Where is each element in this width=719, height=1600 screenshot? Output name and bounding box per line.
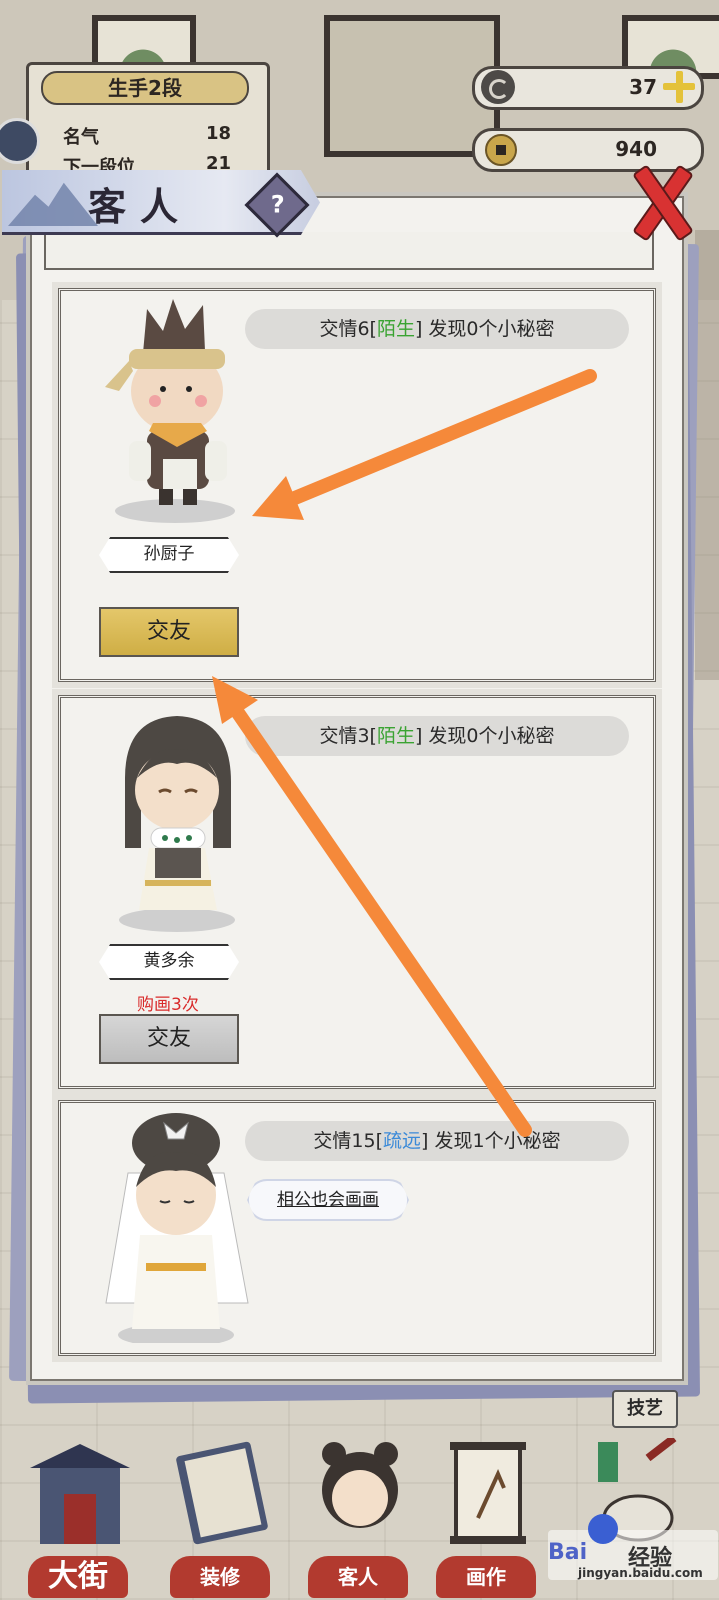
previous-card-edge xyxy=(44,232,654,270)
guest-card: 交情3[陌生] 发现0个小秘密 黄多余 购画3次 交友 xyxy=(58,695,656,1089)
guest-name: 孙厨子 xyxy=(99,537,239,573)
lady-character-portrait[interactable] xyxy=(61,1103,251,1343)
relationship-tag: 陌生 xyxy=(376,318,415,340)
scroll-painting-icon xyxy=(450,1442,526,1544)
nav-paintings-label: 画作 xyxy=(436,1556,536,1598)
befriend-button[interactable]: 交友 xyxy=(99,1014,239,1064)
watermark: Bai 经验 jingyan.baidu.com xyxy=(548,1514,718,1580)
nav-guests[interactable]: 客人 xyxy=(300,1438,420,1598)
relationship-info: 交情3[陌生] 发现0个小秘密 xyxy=(245,716,629,756)
nav-decorate[interactable]: 装修 xyxy=(162,1438,282,1598)
relationship-tag: 陌生 xyxy=(376,725,415,747)
modal-title: 客人 xyxy=(88,185,193,229)
gate-icon xyxy=(30,1444,130,1544)
skill-button[interactable]: 技艺 xyxy=(612,1390,678,1428)
guest-name: 黄多余 xyxy=(99,944,239,980)
purchase-count: 购画3次 xyxy=(137,995,199,1015)
nav-guests-label: 客人 xyxy=(308,1556,408,1598)
secret-count-text: ] 发现0个小秘密 xyxy=(414,725,555,747)
coin-icon xyxy=(485,134,517,166)
relationship-info: 交情15[疏远] 发现1个小秘密 xyxy=(245,1121,629,1161)
plus-icon[interactable] xyxy=(663,71,695,103)
watermark-brand: Bai xyxy=(548,1540,588,1565)
relationship-info: 交情6[陌生] 发现0个小秘密 xyxy=(245,309,629,349)
relationship-text: 交情3[ xyxy=(319,725,377,747)
resource-coins-value: 940 xyxy=(615,137,657,161)
rank-title: 生手2段 xyxy=(41,71,249,105)
book-icon xyxy=(176,1441,268,1545)
secret-tag[interactable]: 相公也会画画 xyxy=(247,1179,409,1221)
scholar-character-portrait[interactable] xyxy=(85,698,245,938)
question-icon: ? xyxy=(270,190,285,219)
resource-ink-value: 37 xyxy=(629,75,657,99)
guest-card: 交情15[疏远] 发现1个小秘密 相公也会画画 xyxy=(58,1100,656,1356)
fame-value: 18 xyxy=(205,123,231,144)
guest-card: 交情6[陌生] 发现0个小秘密 孙厨子 交友 xyxy=(58,288,656,682)
nav-paintings[interactable]: 画作 xyxy=(428,1438,548,1598)
close-icon[interactable] xyxy=(630,160,696,240)
secret-count-text: ] 发现1个小秘密 xyxy=(421,1130,561,1152)
befriend-button[interactable]: 交友 xyxy=(99,607,239,657)
rank-panel: 生手2段 名气 18 下一段位 21 xyxy=(26,62,270,183)
nav-decorate-label: 装修 xyxy=(170,1556,270,1598)
resource-bar-ink: 37 xyxy=(472,66,704,110)
relationship-tag: 疏远 xyxy=(383,1130,422,1152)
secret-count-text: ] 发现0个小秘密 xyxy=(414,318,555,340)
relationship-text: 交情15[ xyxy=(313,1130,384,1152)
chef-character-portrait[interactable] xyxy=(85,291,245,531)
fame-label: 名气 xyxy=(63,127,99,148)
nav-street[interactable]: 大街 xyxy=(20,1438,140,1598)
nav-street-label: 大街 xyxy=(28,1556,128,1598)
paw-logo-icon xyxy=(588,1514,618,1544)
watermark-url: jingyan.baidu.com xyxy=(578,1566,703,1580)
background-pillar xyxy=(695,230,719,680)
cloud-icon xyxy=(481,70,515,104)
relationship-text: 交情6[ xyxy=(319,318,377,340)
guest-avatar-icon xyxy=(322,1442,398,1528)
fame-row: 名气 18 xyxy=(63,123,253,149)
